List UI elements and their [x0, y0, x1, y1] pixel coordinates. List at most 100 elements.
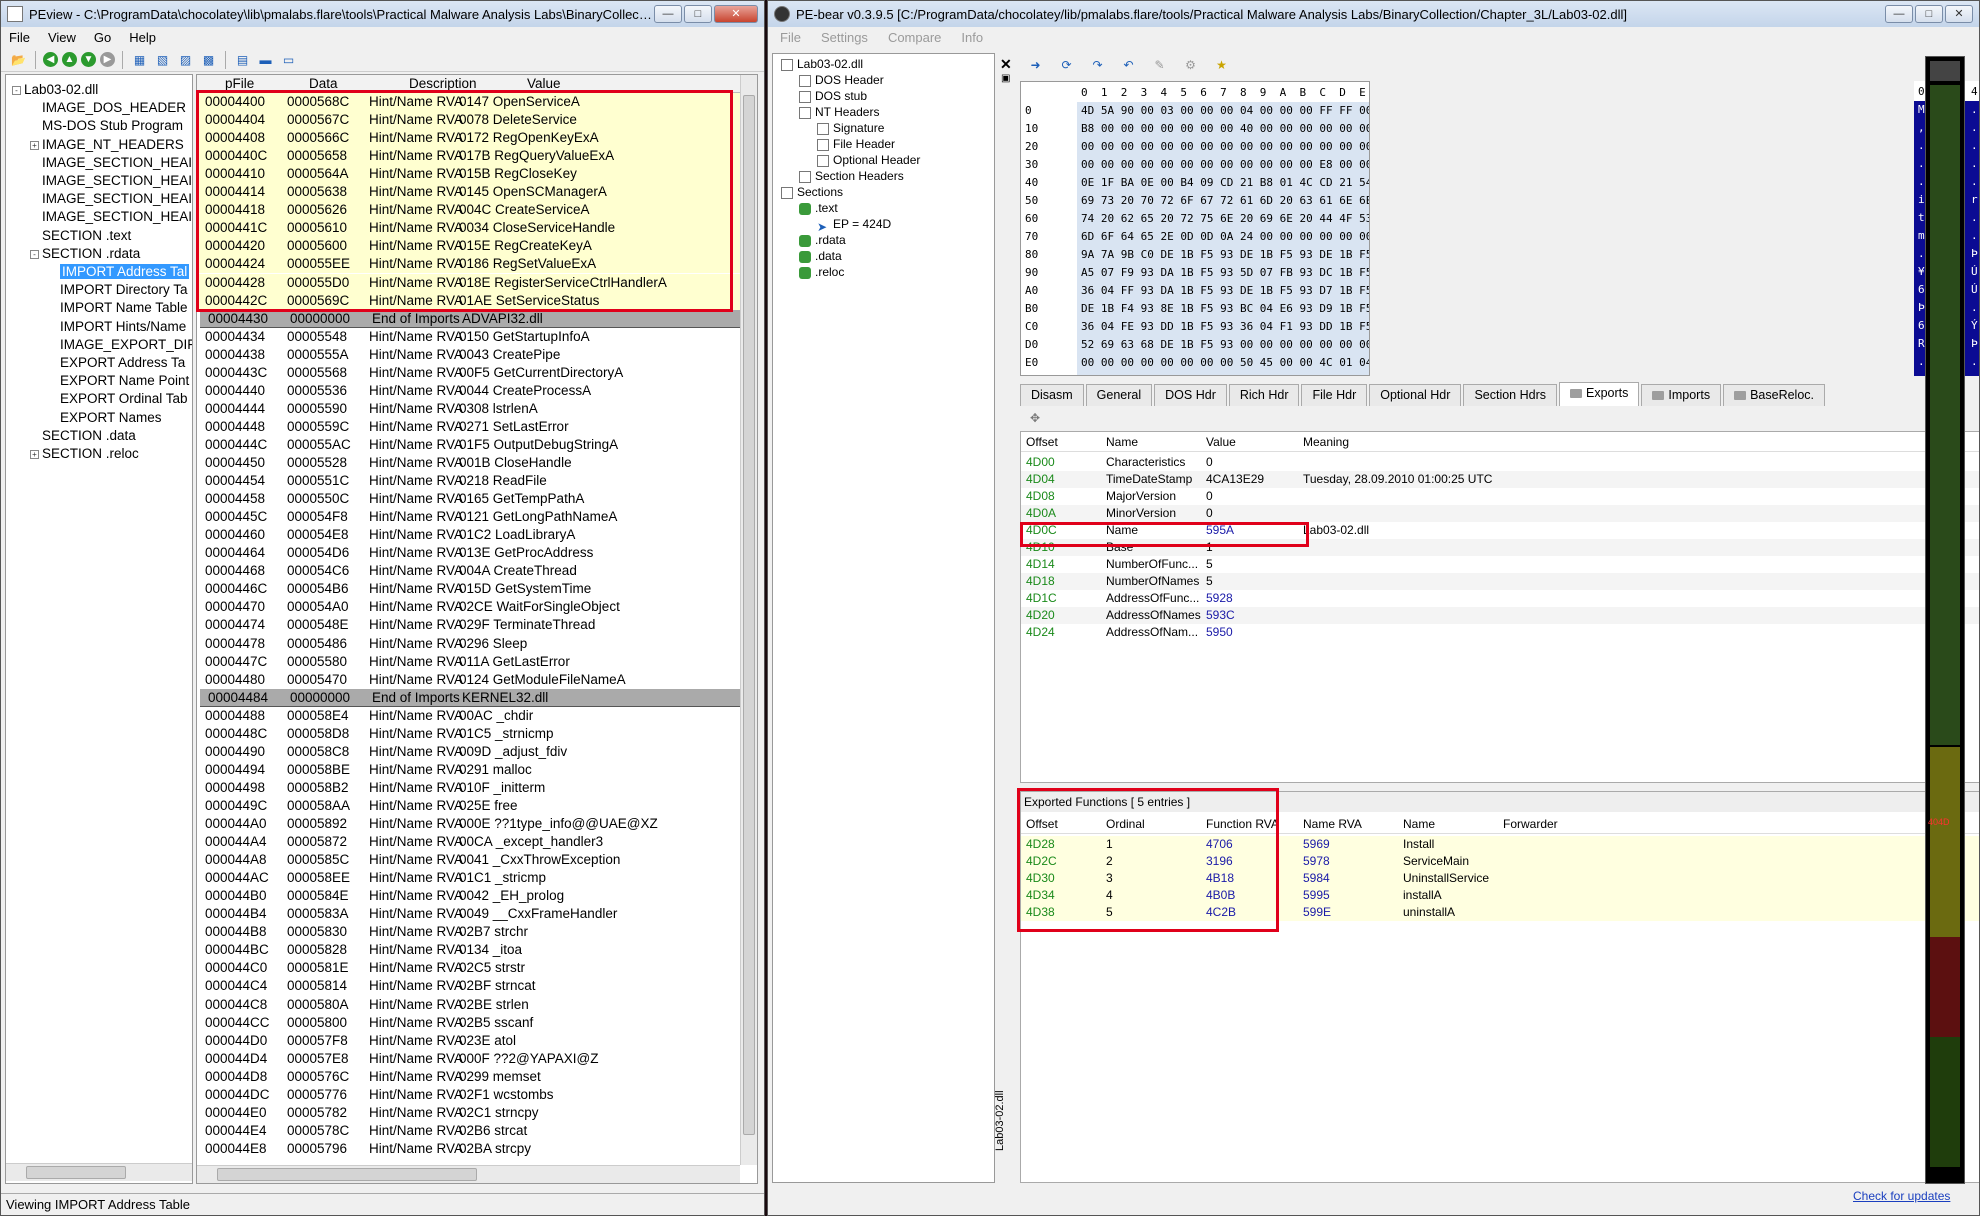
menu-view[interactable]: View	[48, 30, 76, 45]
table-row[interactable]: 0000445C 000054F8 Hint/Name RVA 0121 GetLon…	[197, 508, 742, 526]
table-row[interactable]: 0000446C 000054B6 Hint/Name RVA 015D GetSys…	[197, 580, 742, 598]
open-folder-icon[interactable]: 📂	[9, 50, 28, 69]
tree-item[interactable]: IMAGE_SECTION_HEAI	[30, 172, 192, 190]
hex-bytes[interactable]: 36 04 FF 93 DA 1B F5 93 DE 1B F5 93 D7 1…	[1081, 282, 1369, 300]
hex-bytes[interactable]: 69 73 20 70 72 6F 67 72 61 6D 20 63 61 6…	[1081, 192, 1369, 210]
table-row[interactable]: 4D38 5 4C2B 599E uninstallA	[1021, 904, 1979, 921]
table-row[interactable]: 0000448C 000058D8 Hint/Name RVA 01C5 _strni…	[197, 725, 742, 743]
table-row[interactable]: 00004478 00005486 Hint/Name RVA 0296 Sleep	[197, 635, 742, 653]
edit-icon[interactable]: ✎	[1150, 56, 1169, 75]
menu-go[interactable]: Go	[94, 30, 111, 45]
table-row[interactable]: 0000442C 0000569C Hint/Name RVA 01AE SetSer…	[197, 291, 742, 310]
table-row[interactable]: 000044A0 00005892 Hint/Name RVA 000E ??1typ…	[197, 815, 742, 833]
table-row[interactable]: 0000441C 00005610 Hint/Name RVA 0034 CloseS…	[197, 219, 742, 238]
tree-item[interactable]: .rdata	[799, 232, 846, 248]
close-button[interactable]: ✕	[714, 5, 758, 23]
tree-item[interactable]: ➤ EP = 424D	[817, 216, 891, 234]
hex-bytes[interactable]: 74 20 62 65 20 72 75 6E 20 69 6E 20 44 4…	[1081, 210, 1369, 228]
tree-item[interactable]: EXPORT Address Ta	[48, 354, 185, 372]
tree-item[interactable]: File Header	[817, 136, 895, 152]
hex-bytes[interactable]: 00 00 00 00 00 00 00 00 00 00 00 00 E8 0…	[1081, 156, 1369, 174]
table-row[interactable]: 4D34 4 4B0B 5995 installA	[1021, 887, 1979, 904]
tab-item[interactable]: General	[1085, 384, 1153, 406]
hex-bytes[interactable]: 4D 5A 90 00 03 00 00 00 04 00 00 00 FF F…	[1081, 102, 1369, 120]
table-row[interactable]: 00004420 00005600 Hint/Name RVA 015E RegCre…	[197, 237, 742, 256]
tree-item[interactable]: Optional Header	[817, 152, 920, 168]
tab-item[interactable]: Exports	[1559, 382, 1640, 406]
table-row[interactable]: 4D00 Characteristics 0	[1021, 454, 1979, 471]
tree-item[interactable]: IMAGE_EXPORT_DIF	[48, 336, 192, 354]
tab-item[interactable]: Rich Hdr	[1228, 384, 1300, 406]
table-row[interactable]: 00004440 00005536 Hint/Name RVA 0044 Create…	[197, 382, 742, 400]
col-name[interactable]: Name	[1403, 814, 1435, 834]
col-forwarder[interactable]: Forwarder	[1503, 814, 1558, 834]
tree-item[interactable]: Signature	[817, 120, 884, 136]
minimize-button[interactable]: —	[654, 5, 682, 23]
table-row[interactable]: 4D2C 2 3196 5978 ServiceMain	[1021, 853, 1979, 870]
tree-item[interactable]: Lab03-02.dll	[781, 56, 863, 72]
close-view-icon[interactable]: ✕	[1000, 56, 1012, 73]
tab-item[interactable]: Disasm	[1020, 384, 1084, 406]
table-row[interactable]: 000044B4 0000583A Hint/Name RVA 0049 __CxxF…	[197, 905, 742, 923]
table-row[interactable]: 00004480 00005470 Hint/Name RVA 0124 GetMod…	[197, 671, 742, 689]
table-row[interactable]: 00004444 00005590 Hint/Name RVA 0308 lstrle…	[197, 400, 742, 418]
col-offset[interactable]: Offset	[1026, 814, 1058, 834]
table-row[interactable]: 00004418 00005626 Hint/Name RVA 004C Create…	[197, 201, 742, 220]
maximize-button[interactable]: □	[1915, 5, 1943, 23]
view-details-icon[interactable]: ▭	[279, 50, 298, 69]
check-updates-link[interactable]: Check for updates	[1853, 1189, 1950, 1203]
tree-item[interactable]: IMAGE_DOS_HEADER	[30, 99, 186, 117]
tree-hscroll-thumb[interactable]	[26, 1166, 126, 1179]
tree-item[interactable]: IMAGE_SECTION_HEAI	[30, 190, 192, 208]
pin-icon[interactable]: ✥	[1030, 411, 1040, 425]
table-row[interactable]: 00004454 0000551C Hint/Name RVA 0218 ReadFi…	[197, 472, 742, 490]
tree-item[interactable]: NT Headers	[799, 104, 879, 120]
col-function-rva[interactable]: Function RVA	[1206, 814, 1279, 834]
undo-icon[interactable]: ↶	[1119, 56, 1138, 75]
table-row[interactable]: 4D18 NumberOfNames 5	[1021, 573, 1979, 590]
table-row[interactable]: 000044E8 00005796 Hint/Name RVA 02BA strcpy	[197, 1140, 742, 1158]
table-row[interactable]: 000044A8 0000585C Hint/Name RVA 0041 _CxxTh…	[197, 851, 742, 869]
menu-help[interactable]: Help	[129, 30, 156, 45]
tree-item[interactable]: - Lab03-02.dll	[12, 81, 98, 99]
col-name[interactable]: Name	[1106, 432, 1138, 452]
tree-item[interactable]: SECTION .data	[30, 427, 136, 445]
table-row[interactable]: 00004474 0000548E Hint/Name RVA 029F Termin…	[197, 616, 742, 634]
col-description[interactable]: Description	[409, 76, 477, 91]
hex-view[interactable]: 0 1 2 3 4 5 6 7 8 9 A B C D E F 0 4D 5A 9…	[1020, 81, 1370, 376]
tree-item[interactable]: Section Headers	[799, 168, 904, 184]
menu-compare[interactable]: Compare	[888, 30, 941, 45]
table-row[interactable]: 00004464 000054D6 Hint/Name RVA 013E GetPro…	[197, 544, 742, 562]
go-back-icon[interactable]: ◀	[43, 52, 58, 67]
hex-bytes[interactable]: DE 1B F4 93 8E 1B F5 93 BC 04 E6 93 D9 1…	[1081, 300, 1369, 318]
col-value[interactable]: Value	[527, 76, 561, 91]
export-icon[interactable]: ↷	[1088, 56, 1107, 75]
hex-bytes[interactable]: 52 69 63 68 DE 1B F5 93 00 00 00 00 00 0…	[1081, 336, 1369, 354]
table-row[interactable]: 00004424 000055EE Hint/Name RVA 0186 RegSet…	[197, 255, 742, 274]
table-row[interactable]: 000044E0 00005782 Hint/Name RVA 02C1 strncp…	[197, 1104, 742, 1122]
grid-vscroll-thumb[interactable]	[743, 95, 755, 1135]
tree-item[interactable]: EXPORT Names	[48, 409, 162, 427]
table-row[interactable]: 4D0C Name 595A Lab03-02.dll	[1021, 522, 1979, 539]
tab-item[interactable]: Optional Hdr	[1369, 384, 1462, 406]
view-hex-icon[interactable]: ▤	[233, 50, 252, 69]
table-row[interactable]: 00004434 00005548 Hint/Name RVA 0150 GetSta…	[197, 328, 742, 346]
col-ordinal[interactable]: Ordinal	[1106, 814, 1145, 834]
col-data[interactable]: Data	[309, 76, 338, 91]
collapse-icon[interactable]: -	[12, 85, 21, 95]
table-row[interactable]: 0000443C 00005568 Hint/Name RVA 00F5 GetCur…	[197, 364, 742, 382]
table-row[interactable]: 00004400 0000568C Hint/Name RVA 0147 OpenSe…	[197, 93, 742, 111]
close-button[interactable]: ✕	[1945, 5, 1973, 23]
table-row[interactable]: 000044DC 00005776 Hint/Name RVA 02F1 wcstom…	[197, 1086, 742, 1104]
maximize-button[interactable]: □	[684, 5, 712, 23]
table-row[interactable]: 00004484 00000000 End of Imports KERNEL32.d…	[200, 688, 745, 707]
table-row[interactable]: 4D24 AddressOfNam... 5950	[1021, 624, 1979, 641]
grid-hscroll[interactable]	[197, 1165, 740, 1183]
menu-file[interactable]: File	[780, 30, 801, 45]
tree-item[interactable]: DOS Header	[799, 72, 884, 88]
table-row[interactable]: 00004438 0000555A Hint/Name RVA 0043 Create…	[197, 346, 742, 364]
table-row[interactable]: 00004414 00005638 Hint/Name RVA 0145 OpenSC…	[197, 183, 742, 202]
hex-bytes[interactable]: 00 00 00 00 00 00 00 00 00 00 00 00 00 0…	[1081, 138, 1369, 156]
arrow-right-icon[interactable]: ➜	[1026, 56, 1045, 75]
table-row[interactable]: 4D10 Base 1	[1021, 539, 1979, 556]
